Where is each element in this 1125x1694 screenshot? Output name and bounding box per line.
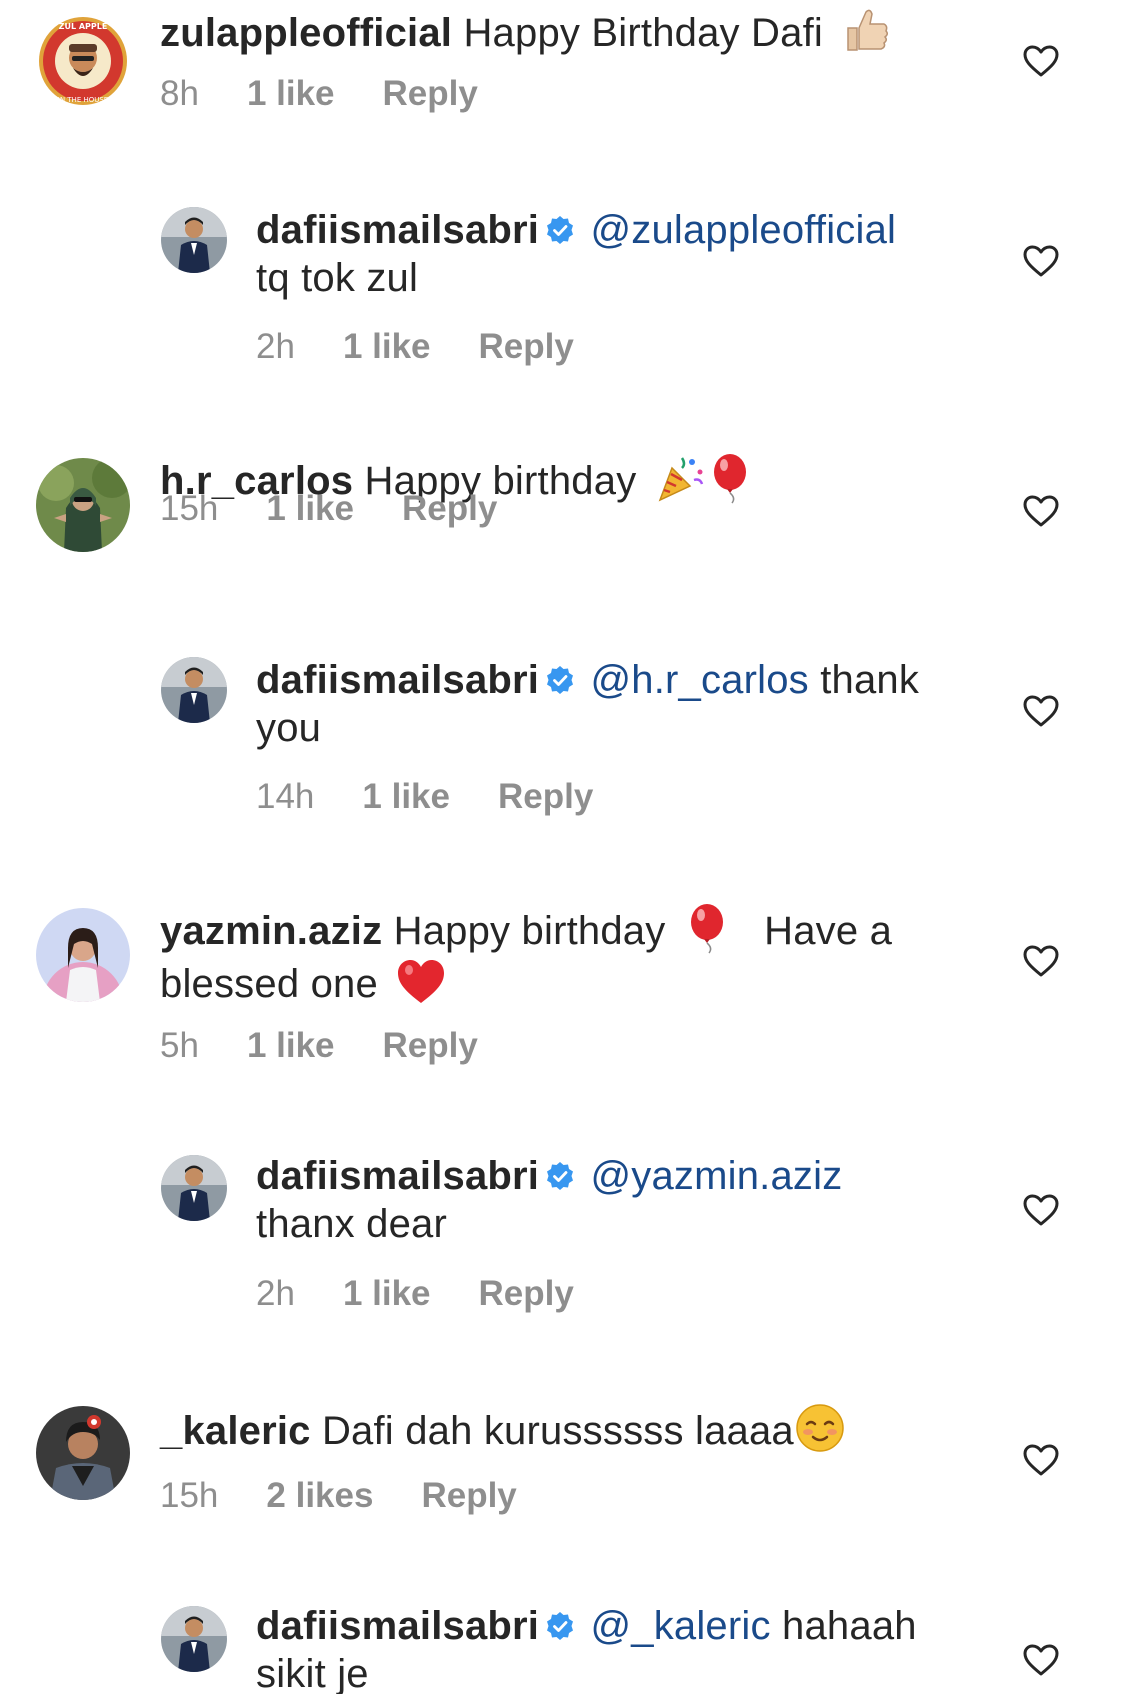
avatar[interactable]: [161, 657, 227, 723]
like-heart-icon[interactable]: [1022, 1443, 1060, 1477]
likes-count[interactable]: 1 like: [362, 777, 450, 816]
reply-button[interactable]: Reply: [383, 1026, 478, 1065]
red-heart-emoji-icon: [398, 960, 445, 1003]
timestamp: 14h: [256, 777, 315, 816]
comment-meta: 8h 1 like Reply: [160, 74, 478, 114]
mention-link[interactable]: @h.r_carlos: [590, 658, 808, 702]
likes-count[interactable]: 1 like: [343, 1274, 431, 1313]
comment-body: dafiismailsabri @zulappleofficial tq tok…: [256, 206, 956, 302]
username[interactable]: zulappleofficial: [160, 11, 452, 55]
comment-meta: 2h 1 like Reply: [256, 327, 574, 367]
thumbs-up-emoji-icon: [847, 9, 889, 51]
timestamp: 15h: [160, 489, 219, 528]
balloon-emoji-icon: [690, 904, 723, 954]
verified-badge-icon: [547, 1612, 574, 1640]
comment-body: _kaleric Dafi dah kurussssss laaaa: [160, 1402, 950, 1455]
timestamp: 8h: [160, 74, 199, 113]
svg-text:IN THE HOUSE: IN THE HOUSE: [58, 96, 108, 104]
reply-button[interactable]: Reply: [383, 74, 478, 113]
username[interactable]: dafiismailsabri: [256, 1154, 539, 1198]
comment-text: Dafi dah kurussssss laaaa: [321, 1409, 794, 1453]
verified-badge-icon: [547, 1162, 574, 1190]
like-heart-icon[interactable]: [1022, 494, 1060, 528]
timestamp: 5h: [160, 1026, 199, 1065]
svg-text:ZUL APPLE: ZUL APPLE: [59, 22, 108, 31]
comment-body: zulappleofficial Happy Birthday Dafi: [160, 4, 950, 57]
like-heart-icon[interactable]: [1022, 944, 1060, 978]
like-heart-icon[interactable]: [1022, 44, 1060, 78]
comment-body: dafiismailsabri @h.r_carlos thank you: [256, 656, 956, 752]
timestamp: 2h: [256, 1274, 295, 1313]
like-heart-icon[interactable]: [1022, 244, 1060, 278]
comment-meta: 5h 1 like Reply: [160, 1026, 478, 1066]
like-heart-icon[interactable]: [1022, 1643, 1060, 1677]
reply-button[interactable]: Reply: [479, 1274, 574, 1313]
likes-count[interactable]: 1 like: [266, 489, 354, 528]
comment-text: Happy Birthday Dafi: [463, 11, 823, 55]
party-popper-emoji-icon: [658, 457, 703, 502]
username[interactable]: dafiismailsabri: [256, 658, 539, 702]
comment-text: Happy birthday: [393, 909, 666, 953]
like-heart-icon[interactable]: [1022, 694, 1060, 728]
timestamp: 2h: [256, 327, 295, 366]
reply-button[interactable]: Reply: [498, 777, 593, 816]
mention-link[interactable]: @yazmin.aziz: [590, 1154, 842, 1198]
comment-text: thanx dear: [256, 1202, 448, 1246]
likes-count[interactable]: 1 like: [247, 74, 335, 113]
verified-badge-icon: [547, 666, 574, 694]
comment-body: yazmin.aziz Happy birthday Have a blesse…: [160, 902, 950, 1008]
avatar[interactable]: [161, 1155, 227, 1221]
reply-button[interactable]: Reply: [479, 327, 574, 366]
username[interactable]: dafiismailsabri: [256, 208, 539, 252]
avatar[interactable]: [161, 1606, 227, 1672]
comment-body: dafiismailsabri @_kaleric hahaah sikit j…: [256, 1602, 956, 1694]
avatar[interactable]: ZUL APPLE IN THE HOUSE: [36, 14, 130, 108]
reply-button[interactable]: Reply: [402, 489, 497, 528]
likes-count[interactable]: 1 like: [247, 1026, 335, 1065]
balloon-emoji-icon: [713, 454, 746, 504]
username[interactable]: yazmin.aziz: [160, 909, 382, 953]
smiling-face-emoji-icon: [796, 1404, 844, 1452]
mention-link[interactable]: @zulappleofficial: [590, 208, 896, 252]
avatar[interactable]: [36, 1406, 130, 1500]
likes-count[interactable]: 2 likes: [266, 1476, 373, 1515]
like-heart-icon[interactable]: [1022, 1193, 1060, 1227]
avatar[interactable]: [36, 458, 130, 552]
avatar[interactable]: [36, 908, 130, 1002]
reply-button[interactable]: Reply: [421, 1476, 516, 1515]
timestamp: 15h: [160, 1476, 219, 1515]
username[interactable]: dafiismailsabri: [256, 1604, 539, 1648]
avatar[interactable]: [161, 207, 227, 273]
username[interactable]: _kaleric: [160, 1409, 311, 1453]
comment-meta: 14h 1 like Reply: [256, 777, 593, 817]
comment-meta: 15h 2 likes Reply: [160, 1476, 517, 1516]
comment-body: dafiismailsabri @yazmin.aziz thanx dear: [256, 1152, 956, 1248]
comment-text: tq tok zul: [256, 256, 419, 300]
likes-count[interactable]: 1 like: [343, 327, 431, 366]
comment-meta: 2h 1 like Reply: [256, 1274, 574, 1314]
comment-meta: 15h 1 like Reply: [160, 489, 497, 529]
mention-link[interactable]: @_kaleric: [590, 1604, 770, 1648]
verified-badge-icon: [547, 216, 574, 244]
